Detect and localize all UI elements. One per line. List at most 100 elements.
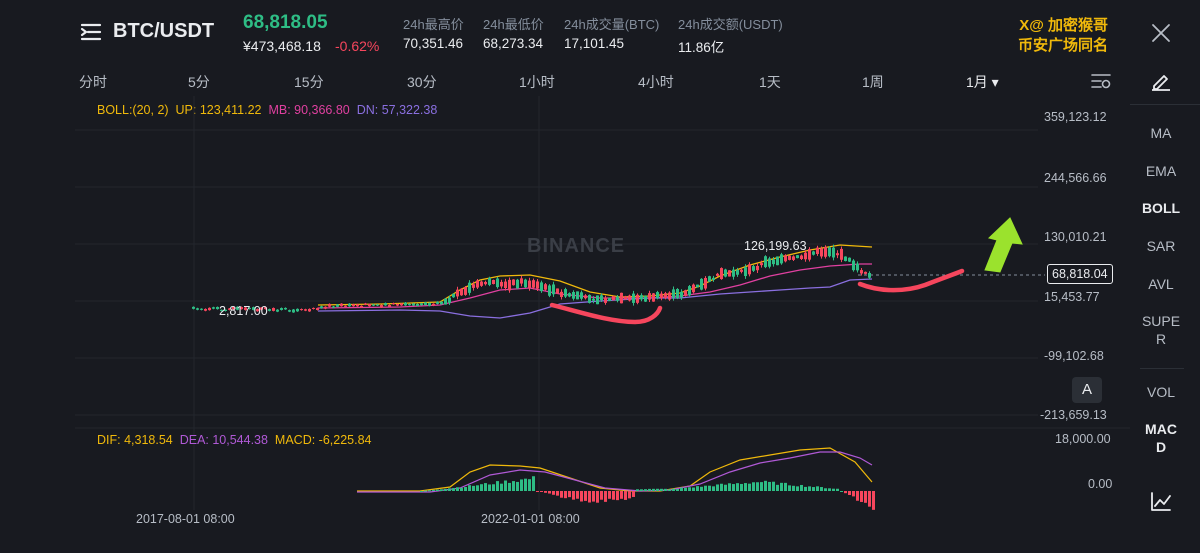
candle-body bbox=[740, 269, 743, 272]
candle-body bbox=[748, 264, 751, 275]
macd-bar bbox=[596, 491, 599, 503]
candle-body bbox=[668, 292, 671, 300]
candle-body bbox=[476, 280, 479, 288]
yaxis-label: 359,123.12 bbox=[1044, 110, 1107, 124]
candle-body bbox=[376, 304, 379, 306]
binance-watermark: BINANCE bbox=[527, 235, 626, 257]
candle-body bbox=[504, 281, 507, 288]
candle-body bbox=[284, 307, 287, 310]
candle-body bbox=[500, 281, 503, 287]
close-icon[interactable] bbox=[1150, 22, 1172, 44]
candle-body bbox=[280, 308, 283, 310]
macd-bar bbox=[568, 491, 571, 498]
macd-bar bbox=[792, 485, 795, 491]
candle-body bbox=[784, 255, 787, 262]
candle-body bbox=[580, 292, 583, 299]
candle-body bbox=[756, 265, 759, 271]
candle-body bbox=[544, 284, 547, 290]
candle-body bbox=[496, 278, 499, 288]
draw-pencil-icon[interactable] bbox=[1150, 70, 1172, 92]
candle-body bbox=[404, 302, 407, 306]
indicator-sar[interactable]: SAR bbox=[1138, 238, 1184, 254]
candle-body bbox=[680, 291, 683, 298]
candle-body bbox=[860, 270, 863, 274]
macd-bar bbox=[440, 489, 443, 491]
candle-body bbox=[484, 281, 487, 285]
macd-bar bbox=[700, 486, 703, 491]
candle-body bbox=[416, 303, 419, 306]
candle-body bbox=[616, 296, 619, 301]
candle-body bbox=[372, 304, 375, 306]
candle-body bbox=[796, 255, 799, 259]
candle-body bbox=[336, 304, 339, 307]
macd-bar bbox=[708, 485, 711, 491]
macd-bar bbox=[548, 491, 551, 494]
candle-body bbox=[700, 278, 703, 290]
kline-chart[interactable] bbox=[0, 0, 1130, 553]
indicator-vol[interactable]: VOL bbox=[1138, 384, 1184, 400]
chart-type-icon[interactable] bbox=[1150, 492, 1172, 512]
macd-bar bbox=[684, 487, 687, 491]
indicator-ema[interactable]: EMA bbox=[1138, 163, 1184, 179]
macd-bar bbox=[656, 488, 659, 491]
candle-body bbox=[604, 297, 607, 303]
candle-body bbox=[588, 294, 591, 303]
macd-bar bbox=[664, 488, 667, 491]
indicator-ma[interactable]: MA bbox=[1138, 125, 1184, 141]
candle-body bbox=[576, 291, 579, 300]
macd-bar bbox=[528, 479, 531, 491]
macd-bar bbox=[804, 486, 807, 491]
candle-body bbox=[352, 304, 355, 307]
candle-body bbox=[632, 293, 635, 303]
candle-body bbox=[712, 277, 715, 280]
candle-body bbox=[720, 268, 723, 280]
macd-bar bbox=[508, 482, 511, 491]
indicator-avl[interactable]: AVL bbox=[1138, 276, 1184, 292]
candle-body bbox=[640, 295, 643, 300]
macd-bar bbox=[860, 491, 863, 502]
candle-body bbox=[296, 308, 299, 312]
macd-bar bbox=[604, 491, 607, 502]
candle-body bbox=[276, 309, 279, 312]
indicator-supertrend[interactable]: SUPE R bbox=[1138, 312, 1184, 348]
candle-body bbox=[584, 295, 587, 299]
auto-scale-button[interactable]: A bbox=[1072, 377, 1102, 403]
candle-body bbox=[516, 279, 519, 289]
indicator-boll[interactable]: BOLL bbox=[1138, 200, 1184, 216]
candle-body bbox=[316, 308, 319, 311]
macd-bar bbox=[776, 484, 779, 491]
xaxis-label: 2017-08-01 08:00 bbox=[136, 512, 235, 526]
candle-body bbox=[788, 255, 791, 260]
macd-bar bbox=[484, 483, 487, 491]
candle-body bbox=[724, 269, 727, 277]
candle-body bbox=[368, 303, 371, 307]
macd-bar bbox=[544, 491, 547, 493]
macd-bar bbox=[768, 481, 771, 491]
macd-bar bbox=[692, 487, 695, 491]
hand-drawn-curve-1 bbox=[549, 302, 663, 325]
macd-bar bbox=[720, 483, 723, 491]
indicator-macd[interactable]: MAC D bbox=[1138, 420, 1184, 456]
hand-drawn-arrow-icon bbox=[984, 217, 1023, 273]
candle-body bbox=[288, 310, 291, 312]
current-price-tag: 68,818.04 bbox=[1047, 264, 1113, 284]
candle-body bbox=[432, 303, 435, 306]
macd-bar bbox=[460, 487, 463, 491]
candle-body bbox=[596, 295, 599, 305]
candle-body bbox=[572, 291, 575, 299]
macd-legend-dif: DIF: 4,318.54 bbox=[97, 433, 173, 447]
candle-body bbox=[520, 278, 523, 284]
macd-bar bbox=[480, 484, 483, 491]
candle-body bbox=[408, 303, 411, 306]
candle-body bbox=[808, 249, 811, 260]
macd-bar bbox=[816, 486, 819, 491]
macd-bar bbox=[616, 491, 619, 501]
macd-bar bbox=[744, 483, 747, 491]
macd-bar bbox=[612, 491, 615, 500]
candle-body bbox=[636, 294, 639, 303]
candle-body bbox=[396, 303, 399, 306]
sidebar-divider bbox=[1130, 104, 1200, 105]
macd-bar bbox=[696, 486, 699, 491]
candle-body bbox=[400, 303, 403, 306]
macd-bar bbox=[552, 491, 555, 495]
